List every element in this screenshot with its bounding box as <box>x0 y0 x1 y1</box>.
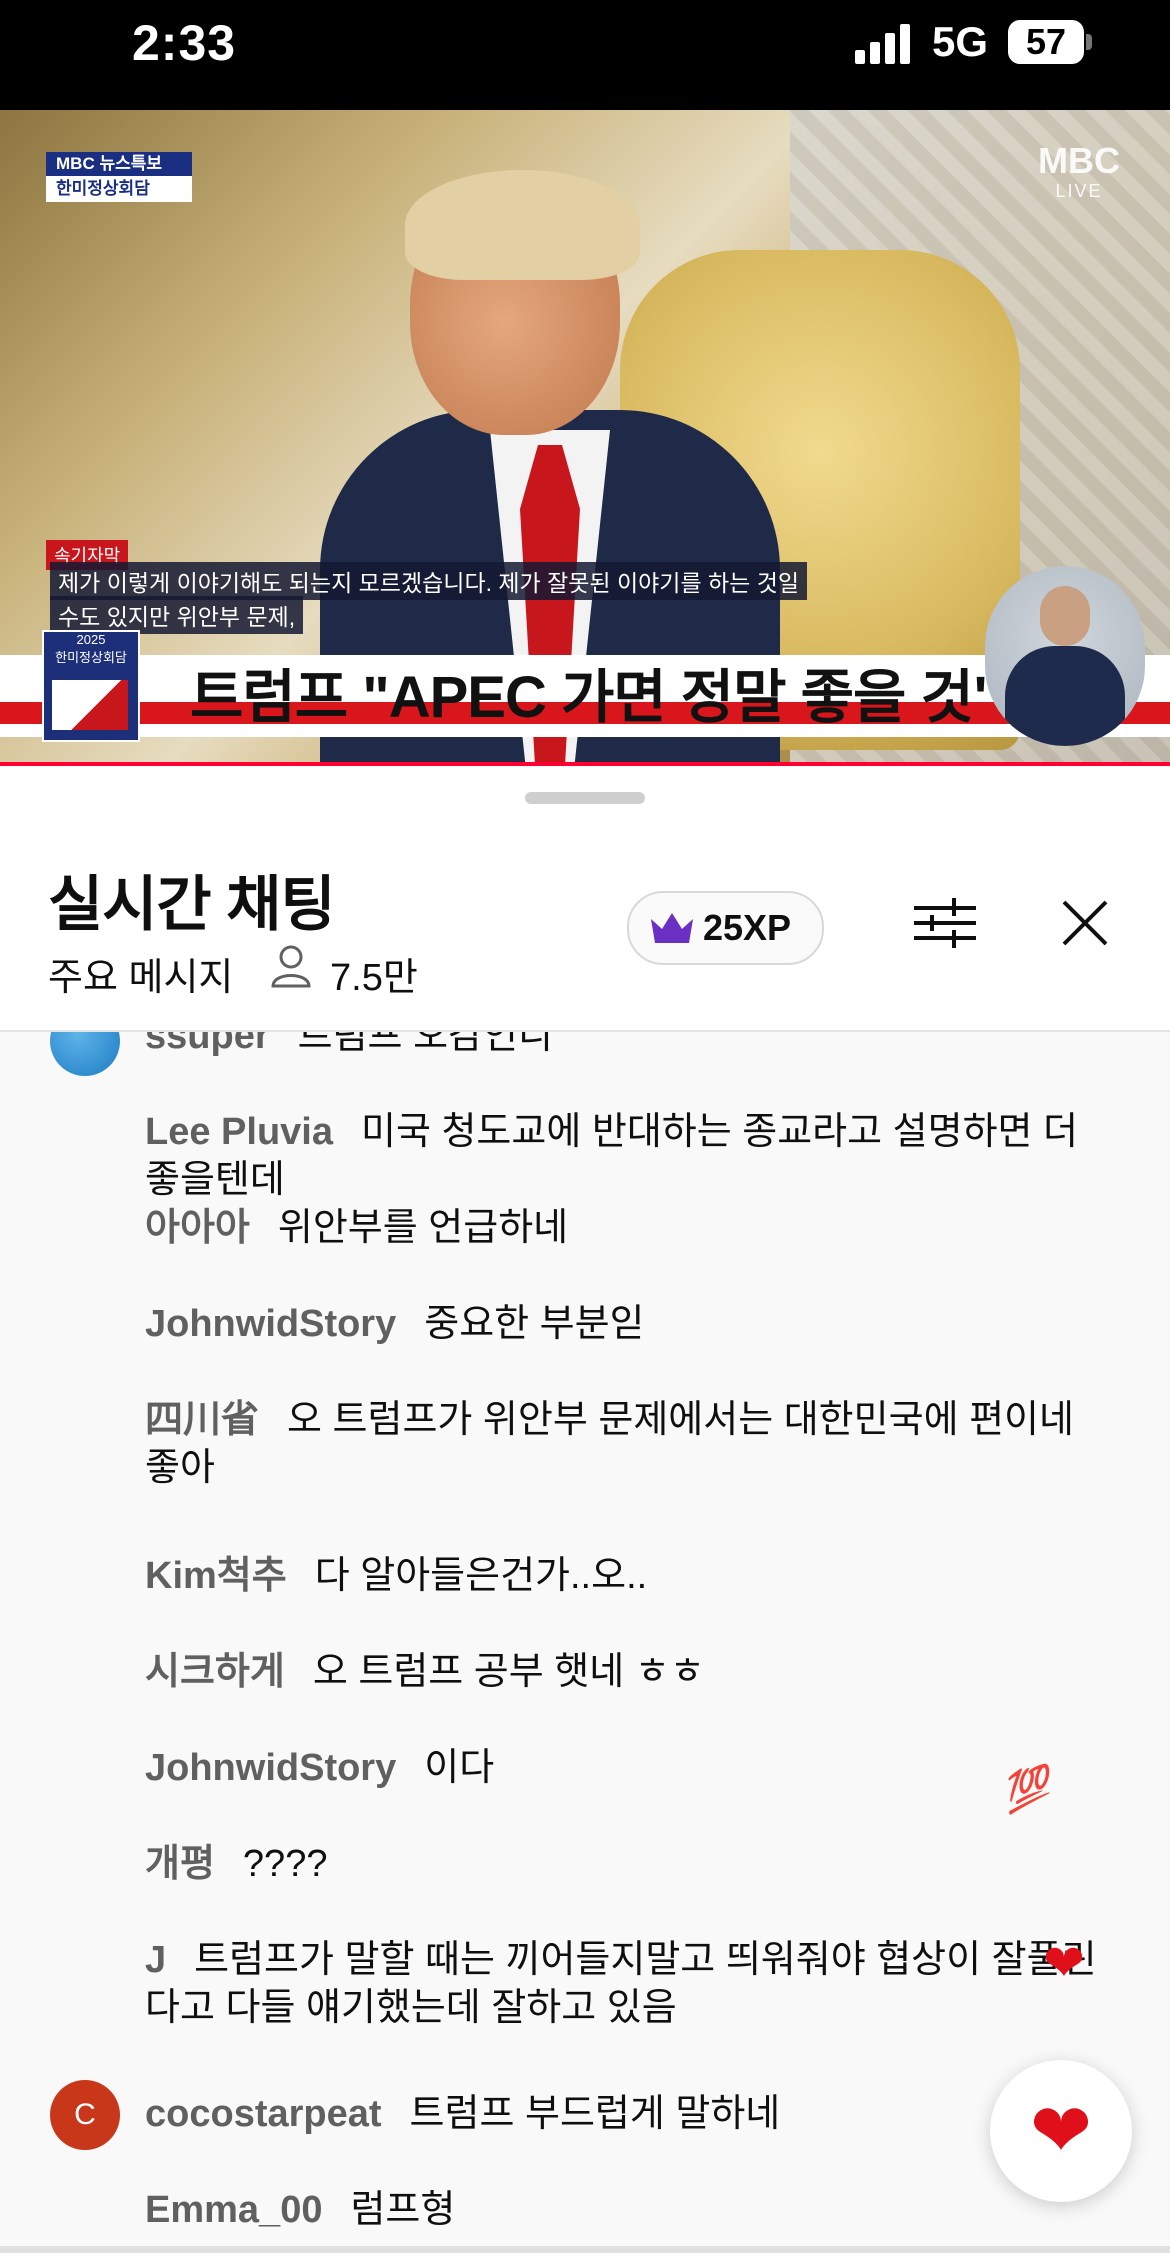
battery-cap <box>1086 34 1092 50</box>
chat-title: 실시간 채팅 <box>48 871 336 938</box>
message-author[interactable]: J <box>145 1939 166 1981</box>
subtitle-line-1: 제가 이렇게 이야기해도 되는지 모르겠습니다. 제가 잘못된 이야기를 하는 … <box>50 562 808 600</box>
message-text: 이다 <box>424 1747 495 1789</box>
status-time: 2:33 <box>132 15 237 71</box>
message-author[interactable]: Emma_00 <box>145 2189 322 2231</box>
message-text: 오 트럼프 공부 햇네 ㅎㅎ <box>312 1651 705 1693</box>
message-author[interactable]: JohnwidStory <box>145 1303 396 1345</box>
message-text: 위안부를 언급하네 <box>277 1207 569 1249</box>
chat-message[interactable]: 四川省 오 트럼프가 위안부 문제에서는 대한민국에 편이네 좋아 <box>145 1396 1105 1492</box>
message-text: 트럼프 오감인니 <box>297 1032 553 1057</box>
bottom-divider <box>0 2246 1170 2253</box>
chat-mode-selector[interactable]: 주요 메시지 <box>48 946 233 1001</box>
chat-message-list[interactable]: ssuper 트럼프 오감인니 Lee Pluvia 미국 청도교에 반대하는 종교… <box>0 1032 1170 2253</box>
like-button[interactable]: ❤ <box>990 2060 1132 2202</box>
broadcaster-logo: MBC LIVE <box>1038 143 1120 206</box>
message-author[interactable]: cocostarpeat <box>145 2093 382 2135</box>
subtitle-line-2: 수도 있지만 위안부 문제, <box>50 596 304 634</box>
message-text: 트럼프가 말할 때는 끼어들지말고 띄워줘야 협상이 잘풀린다고 다들 얘기했는… <box>145 1939 1097 2029</box>
signal-icon <box>855 24 910 64</box>
live-chat-panel: 실시간 채팅 주요 메시지 7.5만 25XP ssuper 트럼프 오감인니 … <box>0 768 1170 2253</box>
person-icon <box>271 945 311 988</box>
message-author[interactable]: 四川省 <box>145 1399 259 1441</box>
broadcaster-logo-text: MBC <box>1038 140 1120 181</box>
message-text: 오 트럼프가 위안부 문제에서는 대한민국에 편이네 좋아 <box>145 1399 1074 1489</box>
message-author[interactable]: JohnwidStory <box>145 1747 396 1789</box>
chat-header: 실시간 채팅 주요 메시지 7.5만 25XP <box>0 768 1170 1032</box>
channel-badge: MBC 뉴스특보 한미정상회담 <box>46 152 192 204</box>
chat-message[interactable]: Emma_00 럼프형 <box>145 2186 1105 2234</box>
chat-message[interactable]: JohnwidStory 이다 <box>145 1744 1105 1792</box>
message-text: 럼프형 <box>350 2189 456 2231</box>
close-icon[interactable] <box>1050 888 1120 958</box>
interpreter-head <box>1040 586 1090 646</box>
xp-button[interactable]: 25XP <box>627 891 824 965</box>
flag-icon <box>52 680 128 730</box>
event-logo-year: 2025 <box>76 632 106 647</box>
message-author[interactable]: Kim척추 <box>145 1555 287 1597</box>
chat-message[interactable]: 개평???? <box>145 1840 1105 1888</box>
avatar-letter: C <box>74 2098 96 2131</box>
avatar[interactable]: C <box>50 2080 120 2150</box>
channel-badge-top: MBC 뉴스특보 <box>46 152 192 176</box>
message-text: 트럼프 부드럽게 말하네 <box>409 2093 781 2135</box>
xp-label: 25XP <box>703 907 792 948</box>
network-type: 5G <box>932 18 989 65</box>
avatar[interactable] <box>50 1032 120 1076</box>
viewer-count: 7.5만 <box>330 957 418 999</box>
floating-heart-emoji: ❤ <box>1043 1935 1085 1991</box>
sign-language-interpreter <box>985 566 1145 746</box>
channel-badge-bottom: 한미정상회담 <box>46 176 192 202</box>
message-text: 다 알아들은건가..오.. <box>314 1555 648 1597</box>
battery-icon: 57 <box>1008 20 1084 64</box>
headline-text: 트럼프 "APEC 가면 정말 좋을 것" <box>190 665 1000 730</box>
event-logo: 2025 한미정상회담 <box>42 630 140 742</box>
chat-message[interactable]: 아아아 위안부를 언급하네 <box>145 1204 1105 1252</box>
message-author[interactable]: 개평 <box>145 1843 215 1885</box>
status-bar: 2:33 5G 57 <box>0 0 1170 110</box>
drag-handle[interactable] <box>525 792 645 804</box>
video-person-hair <box>405 170 640 280</box>
message-text: 중요한 부분읻 <box>424 1303 645 1345</box>
interpreter-body <box>1005 646 1125 746</box>
message-author[interactable]: 시크하게 <box>145 1651 285 1693</box>
heart-icon: ❤ <box>1029 2089 1092 2172</box>
chat-message[interactable]: ssuper 트럼프 오감인니 <box>145 1032 1105 1060</box>
crown-icon <box>651 913 693 943</box>
filter-settings-icon[interactable] <box>910 888 980 958</box>
message-author[interactable]: ssuper <box>145 1032 270 1057</box>
message-author[interactable]: Lee Pluvia <box>145 1111 333 1153</box>
event-logo-name: 한미정상회담 <box>55 650 127 665</box>
chat-message[interactable]: JohnwidStory 중요한 부분읻 <box>145 1300 1105 1348</box>
chat-message[interactable]: Kim척추 다 알아들은건가..오.. <box>145 1552 1105 1600</box>
chat-message[interactable]: 시크하게 오 트럼프 공부 햇네 ㅎㅎ <box>145 1648 1105 1696</box>
chat-message[interactable]: cocostarpeat 트럼프 부드럽게 말하네 <box>145 2090 1105 2138</box>
message-text: ???? <box>242 1843 328 1885</box>
message-author[interactable]: 아아아 <box>145 1207 250 1249</box>
chat-message[interactable]: J 트럼프가 말할 때는 끼어들지말고 띄워줘야 협상이 잘풀린다고 다들 얘기했… <box>145 1936 1105 2032</box>
video-player[interactable]: MBC 뉴스특보 한미정상회담 MBC LIVE 속기자막 제가 이렇게 이야기… <box>0 110 1170 765</box>
video-progress-fill <box>0 762 1170 766</box>
chat-message[interactable]: Lee Pluvia 미국 청도교에 반대하는 종교라고 설명하면 더 좋을텐데 <box>145 1108 1105 1204</box>
